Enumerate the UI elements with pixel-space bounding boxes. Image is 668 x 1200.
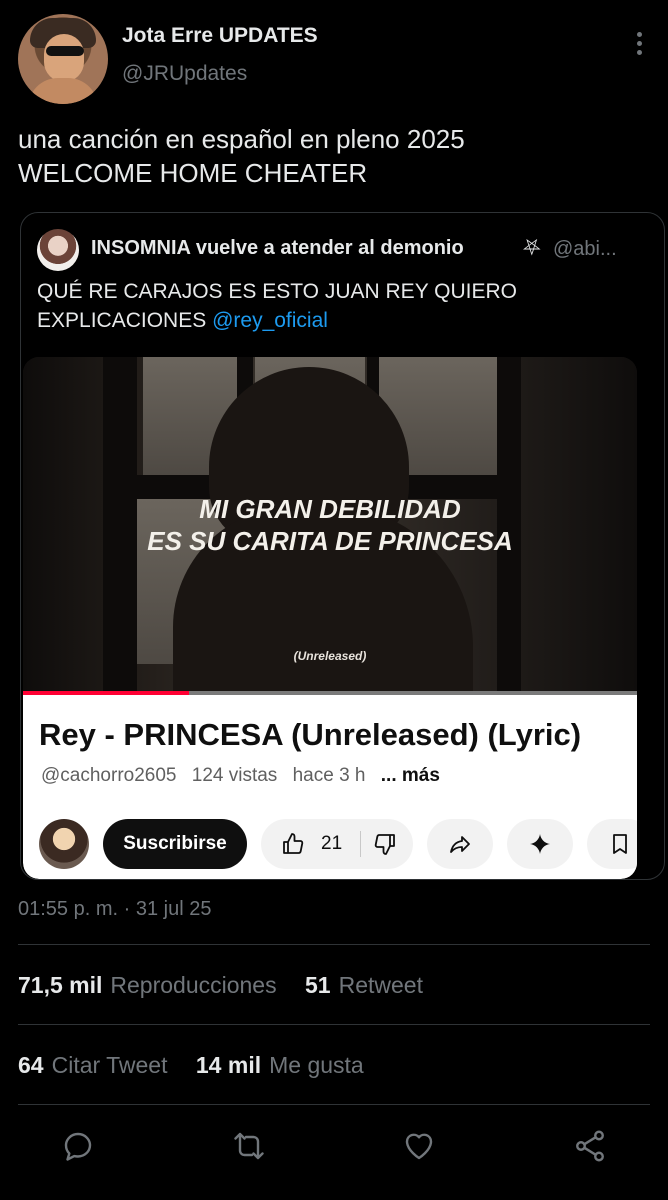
stats-row-2: 64 Citar Tweet 14 mil Me gusta [18, 1052, 386, 1079]
quoted-text-line1: QUÉ RE CARAJOS ES ESTO JUAN REY QUIERO [37, 280, 517, 303]
lyric-overlay: MI GRAN DEBILIDAD ES SU CARITA DE PRINCE… [23, 493, 637, 557]
quoted-tweet-text: QUÉ RE CARAJOS ES ESTO JUAN REY QUIERO E… [37, 277, 647, 335]
share-network-icon[interactable] [572, 1128, 608, 1164]
quoted-text-line2: EXPLICACIONES @rey_oficial [37, 306, 647, 335]
quoted-media[interactable]: MI GRAN DEBILIDAD ES SU CARITA DE PRINCE… [23, 357, 637, 879]
quoted-author-avatar [37, 229, 79, 271]
tweet-text: una canción en español en pleno 2025 WEL… [18, 122, 648, 190]
more-link[interactable]: ... más [381, 765, 440, 786]
video-meta: @cachorro2605 124 vistas hace 3 h ... má… [41, 765, 450, 787]
quoted-author-name: INSOMNIA vuelve a atender al demonio [91, 237, 464, 259]
quoted-name-emoji: ⛧ [523, 235, 541, 260]
share-button[interactable] [427, 819, 493, 869]
sparkle-icon [530, 834, 550, 854]
channel-handle[interactable]: @cachorro2605 [41, 765, 176, 786]
view-count: 124 vistas [191, 765, 278, 786]
mention-link[interactable]: @rey_oficial [212, 309, 328, 332]
lyric-line1: MI GRAN DEBILIDAD [199, 494, 461, 524]
divider-2 [18, 1024, 650, 1025]
tweet-header: Jota Erre UPDATES @JRUpdates [18, 14, 650, 106]
quoted-text-prefix: EXPLICACIONES [37, 309, 207, 332]
youtube-card: Rey - PRINCESA (Unreleased) (Lyric) @cac… [23, 695, 637, 879]
heart-icon[interactable] [401, 1128, 437, 1164]
quoted-tweet[interactable]: INSOMNIA vuelve a atender al demonio ⛧ @… [20, 212, 665, 880]
share-icon [450, 836, 470, 853]
stats-row-1: 71,5 mil Reproducciones 51 Retweet [18, 972, 445, 999]
save-button[interactable] [587, 819, 637, 869]
tweet-text-line2: WELCOME HOME CHEATER [18, 158, 368, 188]
retweets-label[interactable]: Retweet [339, 972, 423, 998]
views-count: 71,5 mil [18, 972, 103, 998]
more-vertical-icon[interactable] [634, 32, 644, 60]
subscribe-button[interactable]: Suscribirse [103, 819, 247, 869]
likes-label[interactable]: Me gusta [269, 1052, 364, 1078]
like-count: 21 [321, 833, 343, 854]
author-handle[interactable]: @JRUpdates [122, 62, 247, 86]
likes-count: 14 mil [195, 1052, 262, 1078]
like-divider [360, 831, 361, 857]
like-dislike-pill: 21 [261, 819, 413, 869]
video-frame[interactable]: MI GRAN DEBILIDAD ES SU CARITA DE PRINCE… [23, 357, 637, 695]
retweets-count: 51 [305, 972, 331, 998]
retweet-icon[interactable] [231, 1128, 267, 1164]
like-icon[interactable] [281, 832, 305, 856]
tweet-text-line1: una canción en español en pleno 2025 [18, 124, 465, 154]
ask-button[interactable] [507, 819, 573, 869]
divider-1 [18, 944, 650, 945]
author-avatar[interactable] [18, 14, 108, 104]
quoted-author-handle: @abi... [553, 238, 617, 260]
divider-3 [18, 1104, 650, 1105]
dislike-icon[interactable] [373, 832, 397, 856]
upload-age: hace 3 h [292, 765, 366, 786]
tweet-action-bar [0, 1120, 668, 1176]
author-display-name[interactable]: Jota Erre UPDATES [122, 24, 318, 48]
channel-avatar[interactable] [39, 819, 89, 869]
lyric-line2: ES SU CARITA DE PRINCESA [147, 526, 513, 556]
reply-icon[interactable] [60, 1128, 96, 1164]
tweet-timestamp[interactable]: 01:55 p. m. · 31 jul 25 [18, 898, 211, 921]
unreleased-caption: (Unreleased) [293, 649, 367, 663]
quotes-label[interactable]: Citar Tweet [52, 1052, 168, 1078]
views-label[interactable]: Reproducciones [110, 972, 276, 998]
save-icon [613, 834, 627, 854]
video-title[interactable]: Rey - PRINCESA (Unreleased) (Lyric) [39, 717, 581, 753]
quotes-count: 64 [18, 1052, 44, 1078]
